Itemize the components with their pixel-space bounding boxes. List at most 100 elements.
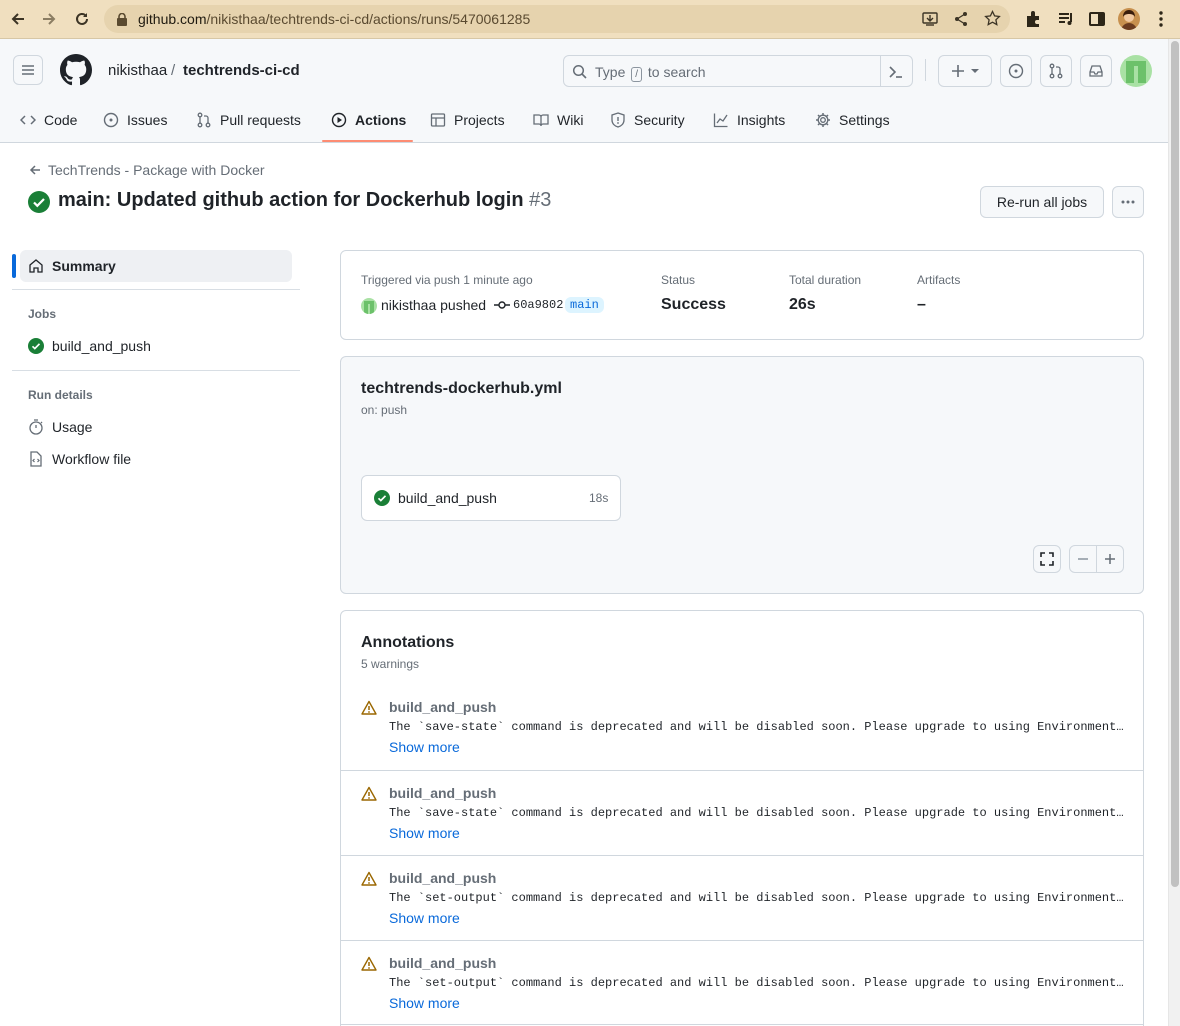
menu-icon xyxy=(22,65,34,75)
sidebar-summary-label: Summary xyxy=(52,258,116,274)
tab-projects[interactable]: Projects xyxy=(430,97,505,143)
sidebar-selected-marker xyxy=(12,254,16,278)
commit-sha-link[interactable]: 60a9802 xyxy=(513,298,563,312)
tab-security[interactable]: Security xyxy=(610,97,685,143)
browser-menu-icon[interactable] xyxy=(1154,10,1168,28)
zoom-in-button[interactable] xyxy=(1096,545,1124,573)
annotation-item: build_and_push The `save-state` command … xyxy=(341,685,1143,770)
stopwatch-icon xyxy=(28,419,44,435)
show-more-link[interactable]: Show more xyxy=(389,825,460,841)
annotations-count: 5 warnings xyxy=(361,657,420,671)
user-avatar[interactable] xyxy=(1120,55,1152,87)
install-app-icon[interactable] xyxy=(922,11,938,27)
git-pull-request-icon xyxy=(1049,63,1063,79)
more-options-button[interactable] xyxy=(1112,186,1144,218)
tab-code[interactable]: Code xyxy=(20,97,77,143)
inbox-icon xyxy=(1089,65,1103,77)
annotation-job: build_and_push xyxy=(389,955,497,971)
tab-wiki[interactable]: Wiki xyxy=(533,97,583,143)
show-more-link[interactable]: Show more xyxy=(389,910,460,926)
workflow-trigger: on: push xyxy=(361,403,408,417)
tab-actions[interactable]: Actions xyxy=(331,97,406,143)
zoom-out-button[interactable] xyxy=(1069,545,1097,573)
graph-icon xyxy=(713,113,728,128)
file-code-icon xyxy=(28,451,44,467)
arrow-left-icon xyxy=(29,165,40,175)
share-icon[interactable] xyxy=(953,11,969,27)
job-card-name: build_and_push xyxy=(398,490,497,506)
create-new-button[interactable] xyxy=(938,55,992,87)
sidebar-item-workflow-file[interactable]: Workflow file xyxy=(52,451,131,467)
command-palette-icon[interactable] xyxy=(888,64,904,80)
job-card-duration: 18s xyxy=(589,491,609,505)
tab-pull-requests[interactable]: Pull requests xyxy=(196,97,301,143)
home-icon xyxy=(28,258,44,274)
annotation-message: The `save-state` command is deprecated a… xyxy=(389,806,1124,820)
hamburger-menu-button[interactable] xyxy=(13,55,43,85)
show-more-link[interactable]: Show more xyxy=(389,739,460,755)
issue-opened-icon xyxy=(1008,63,1024,79)
annotation-item: build_and_push The `set-output` command … xyxy=(341,940,1143,1025)
search-placeholder: Type / to search xyxy=(595,64,706,82)
inbox-button[interactable] xyxy=(1080,55,1112,87)
repo-name-link[interactable]: techtrends-ci-cd xyxy=(183,62,300,79)
workflow-name-label: TechTrends - Package with Docker xyxy=(48,162,265,178)
success-check-icon xyxy=(28,191,50,213)
book-icon xyxy=(533,114,549,127)
job-card-success-icon xyxy=(374,490,390,506)
artifacts-label: Artifacts xyxy=(917,273,961,287)
sidebar-divider xyxy=(12,289,300,290)
pull-requests-button[interactable] xyxy=(1040,55,1072,87)
tab-code-label: Code xyxy=(44,112,78,128)
search-input[interactable]: Type / to search xyxy=(563,55,913,87)
annotation-message: The `set-output` command is deprecated a… xyxy=(389,891,1124,905)
tab-issues[interactable]: Issues xyxy=(103,97,167,143)
actor-pushed-text[interactable]: nikisthaa pushed xyxy=(381,297,486,313)
side-panel-icon[interactable] xyxy=(1088,10,1106,28)
alert-icon xyxy=(361,956,377,972)
media-control-icon[interactable] xyxy=(1057,10,1075,28)
annotation-message: The `set-output` command is deprecated a… xyxy=(389,976,1124,990)
profile-avatar[interactable] xyxy=(1118,8,1140,30)
github-header: nikisthaa / techtrends-ci-cd Type / to s… xyxy=(0,39,1168,143)
issues-button[interactable] xyxy=(1000,55,1032,87)
annotation-message: The `save-state` command is deprecated a… xyxy=(389,720,1124,734)
fullscreen-button[interactable] xyxy=(1033,545,1061,573)
sidebar-jobs-heading: Jobs xyxy=(28,307,57,321)
duration-label: Total duration xyxy=(789,273,862,287)
annotation-job: build_and_push xyxy=(389,785,497,801)
github-logo-icon[interactable] xyxy=(60,54,92,86)
actor-avatar[interactable] xyxy=(361,298,377,314)
annotation-job: build_and_push xyxy=(389,699,497,715)
job-card[interactable]: build_and_push 18s xyxy=(361,475,621,521)
address-bar[interactable]: github.com/nikisthaa/techtrends-ci-cd/ac… xyxy=(104,5,1010,33)
scrollbar-thumb[interactable] xyxy=(1171,41,1179,887)
sidebar-item-job[interactable]: build_and_push xyxy=(52,338,151,354)
reload-icon[interactable] xyxy=(71,8,93,30)
sidebar-divider xyxy=(12,370,300,371)
forward-arrow-icon[interactable] xyxy=(38,8,60,30)
tab-settings-label: Settings xyxy=(839,112,890,128)
extensions-icon[interactable] xyxy=(1024,10,1042,28)
tab-issues-label: Issues xyxy=(127,112,168,128)
bookmark-star-icon[interactable] xyxy=(984,10,1001,27)
alert-icon xyxy=(361,871,377,887)
rerun-all-jobs-button[interactable]: Re-run all jobs xyxy=(980,186,1104,218)
shield-icon xyxy=(611,112,625,128)
workflow-file-name[interactable]: techtrends-dockerhub.yml xyxy=(361,380,562,398)
tab-settings[interactable]: Settings xyxy=(815,97,890,143)
gear-icon xyxy=(816,113,830,127)
show-more-link[interactable]: Show more xyxy=(389,995,460,1011)
page-scrollbar[interactable] xyxy=(1168,39,1180,1026)
branch-label[interactable]: main xyxy=(565,297,604,313)
tab-insights[interactable]: Insights xyxy=(713,97,785,143)
tab-actions-label: Actions xyxy=(355,112,407,128)
sidebar-item-usage[interactable]: Usage xyxy=(52,419,92,435)
page-title: main: Updated github action for Dockerhu… xyxy=(58,189,552,211)
workflow-back-link[interactable]: TechTrends - Package with Docker xyxy=(28,162,265,178)
repo-owner-link[interactable]: nikisthaa xyxy=(108,62,167,79)
tab-projects-label: Projects xyxy=(454,112,505,128)
site-info-icon[interactable] xyxy=(116,13,128,26)
back-arrow-icon[interactable] xyxy=(7,8,29,30)
job-success-icon xyxy=(28,338,44,354)
